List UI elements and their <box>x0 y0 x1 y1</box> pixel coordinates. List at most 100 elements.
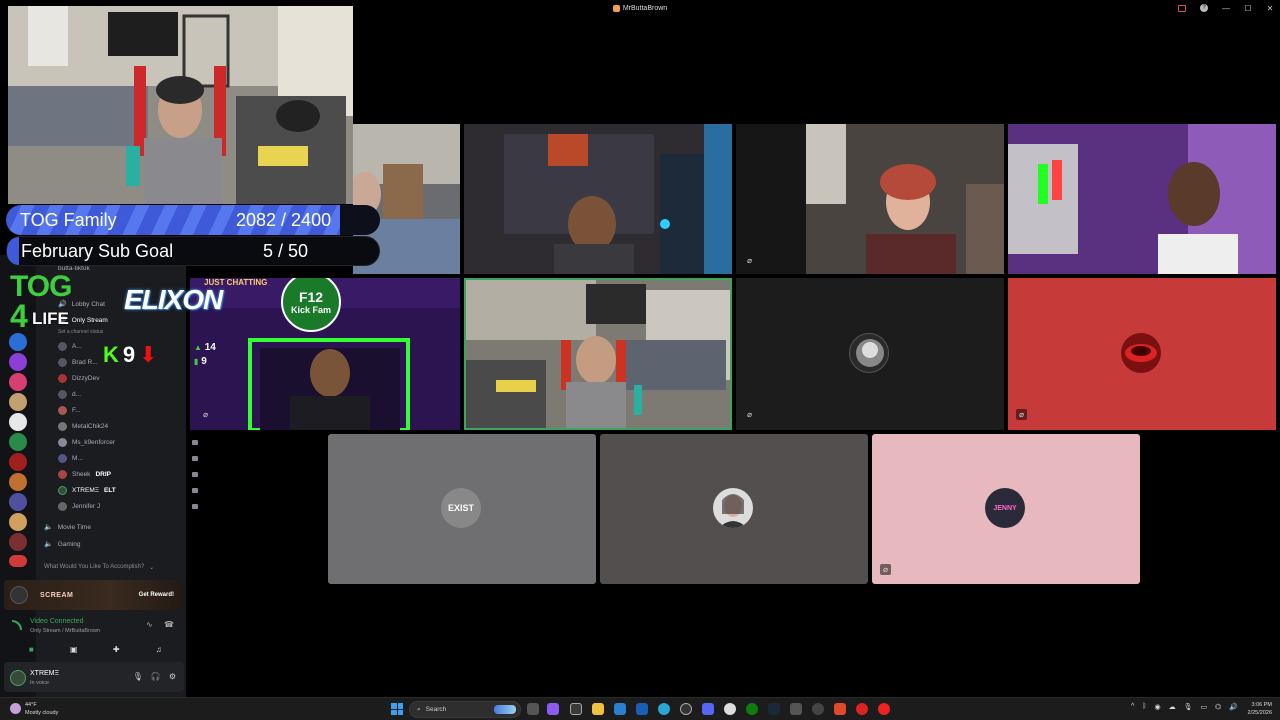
minimize-button[interactable]: — <box>1222 4 1230 13</box>
copilot-icon[interactable] <box>547 703 559 715</box>
screen-share-icon[interactable] <box>1178 4 1186 12</box>
help-icon[interactable]: ? <box>1200 4 1208 12</box>
category-header[interactable]: What Would You Like To Accomplish? ⌄ <box>44 560 154 574</box>
video-tile[interactable]: EXIST <box>328 434 596 584</box>
chrome-icon[interactable] <box>724 703 736 715</box>
voice-member[interactable]: Ms_k9enforcer <box>58 435 198 449</box>
edge-icon[interactable] <box>658 703 670 715</box>
user-panel: XTREMΞ In voice 🎙 🎧 ⚙ <box>4 662 184 692</box>
voice-member[interactable]: XTREMΞ ELT <box>58 483 198 497</box>
github-icon[interactable] <box>680 703 692 715</box>
participant-avatar: JENNY <box>985 488 1025 528</box>
avatar <box>58 485 67 495</box>
microphone-icon[interactable]: 🎙 <box>133 672 143 681</box>
file-explorer-icon[interactable] <box>592 703 604 715</box>
volume-icon[interactable]: 🔊 <box>1229 703 1238 711</box>
server-icon[interactable] <box>9 433 27 451</box>
network-icon[interactable]: ⌬ <box>1215 703 1221 711</box>
search-icon: ⌕ <box>417 705 421 713</box>
voice-member[interactable]: Sheek DRIP <box>58 467 198 481</box>
voice-status: Video Connected <box>30 618 84 625</box>
app-tray-icon[interactable]: ◉ <box>1155 703 1161 711</box>
logo-text: LIFE <box>32 309 69 328</box>
server-icon[interactable] <box>9 393 27 411</box>
server-icon[interactable] <box>9 413 27 431</box>
obs-icon[interactable] <box>812 703 824 715</box>
start-button[interactable] <box>391 703 403 715</box>
video-tile[interactable]: JUST CHATTING ⌀ F12 Kick Fam <box>190 278 460 430</box>
server-icon[interactable] <box>9 513 27 531</box>
video-tile[interactable] <box>1008 124 1276 274</box>
goal-fill <box>7 237 19 265</box>
close-button[interactable]: ✕ <box>1266 4 1274 13</box>
disconnect-icon[interactable]: ☎ <box>164 620 174 629</box>
member-name: MetalChik24 <box>72 422 109 430</box>
voice-member[interactable]: Jennifer J <box>58 499 198 513</box>
store-icon[interactable] <box>636 703 648 715</box>
xbox-icon[interactable] <box>746 703 758 715</box>
chevron-down-icon: ⌄ <box>149 564 155 571</box>
server-icon[interactable] <box>9 373 27 391</box>
onedrive-icon[interactable]: ☁ <box>1169 703 1176 711</box>
mic-icon[interactable]: 🎙 <box>1184 703 1193 711</box>
server-icon[interactable] <box>9 453 27 471</box>
muted-icon: ⌀ <box>747 410 752 419</box>
video-tile[interactable]: ⌀ <box>1008 278 1276 430</box>
app-icon <box>612 4 620 12</box>
video-tile[interactable]: JENNY ⌀ <box>872 434 1140 584</box>
camera-button[interactable]: ■ <box>19 642 43 656</box>
channel-gaming[interactable]: 🔈 Gaming <box>44 537 80 551</box>
goal-value: 5 / 50 <box>263 240 309 261</box>
steam-icon[interactable] <box>768 703 780 715</box>
chevron-up-icon[interactable]: ^ <box>1131 703 1134 711</box>
video-tile[interactable] <box>600 434 868 584</box>
voice-member[interactable]: A... <box>58 339 82 353</box>
display-icon[interactable]: ▭ <box>1201 703 1208 711</box>
server-icon[interactable] <box>9 353 27 371</box>
avatar[interactable] <box>10 670 26 686</box>
video-tile[interactable]: ⌀ <box>736 278 1004 430</box>
goal-label: February Sub Goal <box>21 240 174 261</box>
discord-icon[interactable] <box>702 703 714 715</box>
muted-icon: ⌀ <box>747 256 752 265</box>
voice-member[interactable]: F... <box>58 403 198 417</box>
avatar-text: EXIST <box>447 503 474 513</box>
headphones-icon[interactable]: 🎧 <box>151 672 161 681</box>
app-icon[interactable] <box>878 703 890 715</box>
server-icon[interactable] <box>9 533 27 551</box>
weather-desc: Mostly cloudy <box>25 710 59 716</box>
noise-suppression-icon[interactable]: ∿ <box>146 620 153 629</box>
kick-icon: K <box>103 342 119 367</box>
app-icon[interactable] <box>856 703 868 715</box>
bluetooth-icon[interactable]: ᛒ <box>1142 703 1146 711</box>
video-tile[interactable] <box>464 124 732 274</box>
voice-member[interactable]: MetalChik24 <box>58 419 108 433</box>
server-icon[interactable] <box>9 473 27 491</box>
search-box[interactable]: ⌕ Search <box>409 701 521 718</box>
category-label: What Would You Like To Accomplish? <box>44 564 145 570</box>
voice-member[interactable]: M... <box>58 451 198 465</box>
app-icon[interactable] <box>570 703 582 715</box>
voice-member[interactable]: Brad R... <box>58 355 98 369</box>
muted-icon <box>192 503 198 509</box>
voice-member[interactable]: DizzyDev <box>58 371 198 385</box>
clock[interactable]: 3:06 PM 2/25/2026 <box>1248 701 1272 717</box>
task-view-icon[interactable] <box>527 703 539 715</box>
screen-share-button[interactable]: ▣ <box>62 642 86 656</box>
server-icon[interactable] <box>9 493 27 511</box>
voice-member[interactable]: d... <box>58 387 198 401</box>
activities-button[interactable]: ✚ <box>104 642 128 656</box>
video-tile-speaking[interactable] <box>464 278 732 430</box>
get-reward-button[interactable]: Get Reward! <box>139 592 174 598</box>
soundboard-button[interactable]: ♫ <box>147 642 171 656</box>
maximize-button[interactable]: ☐ <box>1244 4 1252 13</box>
channel-movie-time[interactable]: 🔈 Movie Time <box>44 520 91 534</box>
app-icon[interactable] <box>790 703 802 715</box>
promo-banner[interactable]: SCREAM Get Reward! <box>4 580 182 610</box>
member-name: Brad R... <box>72 358 98 366</box>
app-icon[interactable] <box>834 703 846 715</box>
outlook-icon[interactable] <box>614 703 626 715</box>
avatar <box>58 389 67 399</box>
video-tile[interactable]: ⌀ <box>736 124 1004 274</box>
gear-icon[interactable]: ⚙ <box>169 672 176 681</box>
